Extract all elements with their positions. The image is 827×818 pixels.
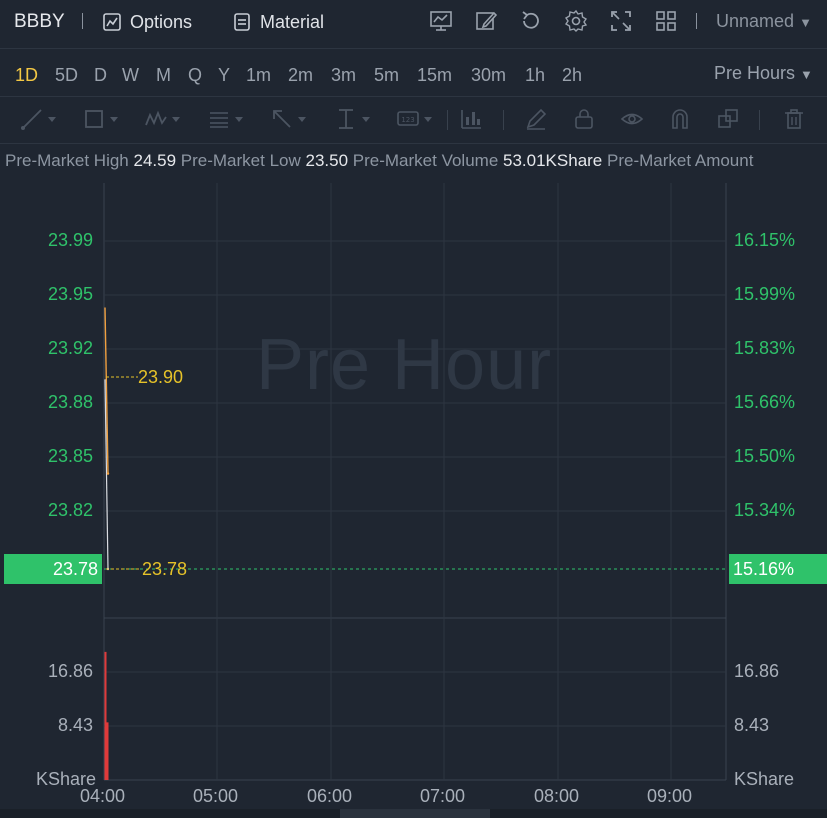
price-point	[106, 472, 110, 475]
price-tick-left: 23.85	[48, 446, 94, 466]
volume-tick-left: 8.43	[58, 715, 94, 735]
time-tick: 07:00	[420, 786, 466, 806]
time-tick: 06:00	[307, 786, 353, 806]
price-tick-left: 23.95	[48, 284, 94, 304]
volume-bar	[106, 722, 109, 780]
pct-tick-right: 15.34%	[734, 500, 796, 520]
pct-tick-right: 15.50%	[734, 446, 796, 466]
time-tick: 05:00	[193, 786, 239, 806]
price-tick-left: 23.92	[48, 338, 94, 358]
volume-tick-right: 8.43	[734, 715, 770, 735]
current-price-badge: 23.78	[4, 554, 102, 584]
time-tick: 04:00	[80, 786, 126, 806]
volume-unit-right: KShare	[734, 769, 795, 789]
bottom-scrollbar[interactable]	[0, 809, 827, 818]
time-tick: 08:00	[534, 786, 580, 806]
volume-bar	[104, 651, 107, 780]
current-price-value: 23.78	[52, 558, 98, 579]
pct-tick-right: 15.99%	[734, 284, 796, 304]
pct-tick-right: 15.83%	[734, 338, 796, 358]
chart-grid	[103, 183, 727, 781]
current-pct-badge: 15.16%	[729, 554, 827, 584]
high-price-annotation: 23.90	[138, 367, 184, 387]
current-pct-value: 15.16%	[733, 558, 795, 579]
price-tick-left: 23.82	[48, 500, 94, 520]
volume-tick-right: 16.86	[734, 661, 780, 681]
price-tick-left: 23.88	[48, 392, 94, 412]
price-tick-left: 23.99	[48, 230, 94, 250]
price-chart[interactable]	[0, 0, 827, 818]
time-tick: 09:00	[647, 786, 693, 806]
volume-tick-left: 16.86	[48, 661, 94, 681]
pct-tick-right: 15.66%	[734, 392, 796, 412]
current-price-annotation: 23.78	[142, 559, 188, 579]
scrollbar-thumb[interactable]	[340, 809, 490, 818]
chart-watermark: Pre Hour	[256, 325, 553, 405]
pct-tick-right: 16.15%	[734, 230, 796, 250]
